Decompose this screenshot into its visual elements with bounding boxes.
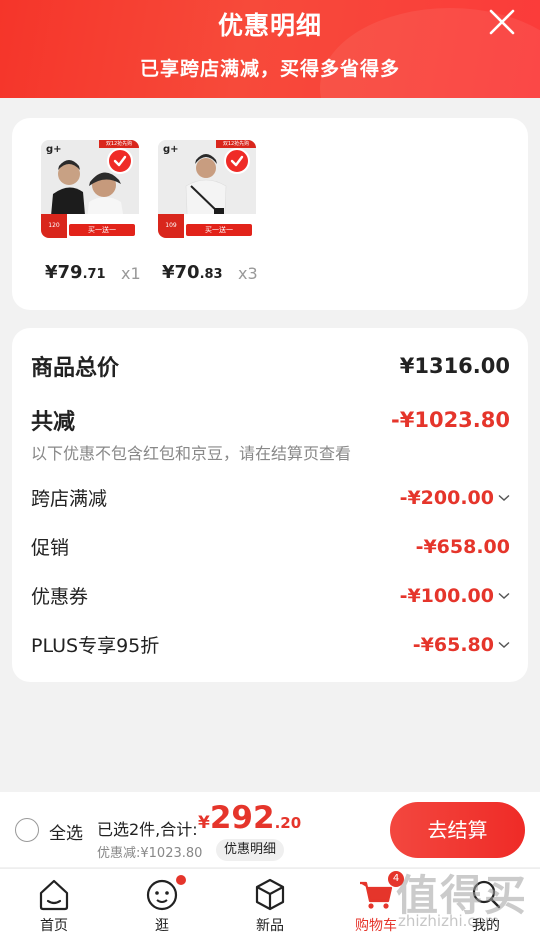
- discount-row-cross-store[interactable]: 跨店满减 -¥200.00: [31, 484, 510, 511]
- chevron-down-icon[interactable]: [498, 641, 510, 649]
- discount-label: 优惠券: [31, 586, 89, 608]
- discount-label: 跨店满减: [31, 488, 108, 510]
- product-quantity: x3: [238, 264, 258, 283]
- total-reduce-label: 共减: [31, 410, 76, 435]
- total-price-value: ¥1316.00: [399, 354, 510, 378]
- discount-summary: 优惠减:¥1023.80: [97, 846, 203, 861]
- page-title: 优惠明细: [217, 11, 322, 40]
- goods-card: g+ 双12抢先购 120 买一送一 ¥79.71 x1 g+ 双12抢先购 1…: [12, 118, 528, 310]
- total-price-row: 商品总价 ¥1316.00: [31, 350, 510, 382]
- total-reduce-row: 共减 -¥1023.80: [31, 404, 510, 436]
- chevron-down-icon[interactable]: [498, 592, 510, 600]
- discount-row-promotion: 促销 -¥658.00: [31, 533, 510, 560]
- product-thumbnail: g+ 双12抢先购 120 买一送一: [41, 140, 139, 238]
- product-quantity: x1: [121, 264, 141, 283]
- discount-value: -¥100.00: [400, 585, 510, 607]
- product-thumbnail: g+ 双12抢先购 109 买一送一: [158, 140, 256, 238]
- tab-home[interactable]: 首页: [24, 875, 84, 935]
- promo-tag: 双12抢先购: [216, 140, 256, 148]
- product-item[interactable]: g+ 双12抢先购 120 买一送一 ¥79.71 x1: [41, 140, 141, 283]
- selected-check-icon[interactable]: [107, 148, 133, 174]
- brand-logo: g+: [163, 144, 179, 155]
- notification-dot: [176, 875, 186, 885]
- discount-row-coupon[interactable]: 优惠券 -¥100.00: [31, 582, 510, 609]
- checkout-button[interactable]: 去结算: [390, 802, 525, 858]
- discount-note: 以下优惠不包含红包和京豆，请在结算页查看: [31, 444, 352, 463]
- discount-label: PLUS专享95折: [31, 635, 160, 657]
- product-item[interactable]: g+ 双12抢先购 109 买一送一 ¥70.83 x3: [158, 140, 258, 283]
- bottom-tab-bar: 首页 逛 新品 4 购物车 我的: [0, 868, 540, 945]
- home-icon: [39, 879, 69, 911]
- page-subtitle: 已享跨店满减，买得多省得多: [139, 58, 400, 80]
- discount-detail-header: 优惠明细 已享跨店满减，买得多省得多: [0, 0, 540, 98]
- search-person-icon: [472, 880, 501, 909]
- promo-text: 买一送一: [69, 224, 135, 236]
- tab-new[interactable]: 新品: [240, 875, 300, 935]
- cart-badge: 4: [388, 871, 404, 887]
- product-price: ¥79.71: [45, 262, 106, 283]
- tab-explore[interactable]: 逛: [132, 875, 192, 935]
- box-icon: [255, 878, 285, 911]
- product-price: ¥70.83: [162, 262, 223, 283]
- selected-summary: 已选2件,合计:: [97, 820, 198, 839]
- tab-mine[interactable]: 我的: [456, 875, 516, 935]
- discount-label: 促销: [31, 537, 70, 559]
- checkout-bar: 全选 已选2件,合计: ¥292.20 优惠减:¥1023.80 优惠明细 去结…: [0, 792, 540, 867]
- tab-cart[interactable]: 4 购物车: [346, 871, 406, 935]
- total-amount: ¥292.20: [198, 800, 302, 836]
- discount-value: -¥658.00: [415, 535, 510, 558]
- promo-price: 120: [41, 214, 67, 238]
- selected-check-icon[interactable]: [224, 148, 250, 174]
- brand-logo: g+: [46, 144, 62, 155]
- select-all-label[interactable]: 全选: [49, 819, 83, 844]
- discount-detail-pill[interactable]: 优惠明细: [216, 839, 285, 861]
- chevron-down-icon[interactable]: [498, 494, 510, 502]
- close-icon[interactable]: [488, 8, 516, 36]
- total-reduce-value: -¥1023.80: [391, 408, 510, 432]
- discount-value: -¥200.00: [400, 487, 510, 509]
- discount-value: -¥65.80: [413, 634, 510, 656]
- select-all-radio[interactable]: [15, 818, 39, 842]
- discount-row-plus[interactable]: PLUS专享95折 -¥65.80: [31, 631, 510, 658]
- promo-price: 109: [158, 214, 184, 238]
- promo-text: 买一送一: [186, 224, 252, 236]
- promo-tag: 双12抢先购: [99, 140, 139, 148]
- price-detail-card: 商品总价 ¥1316.00 共减 -¥1023.80 以下优惠不包含红包和京豆，…: [12, 328, 528, 682]
- total-price-label: 商品总价: [31, 356, 120, 381]
